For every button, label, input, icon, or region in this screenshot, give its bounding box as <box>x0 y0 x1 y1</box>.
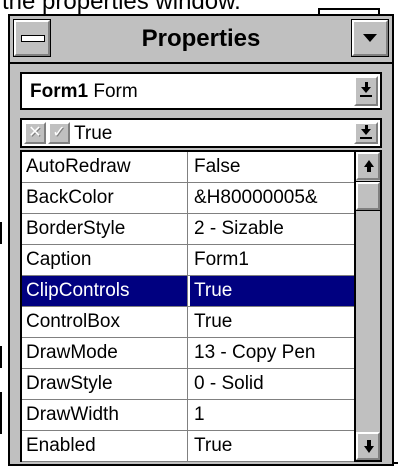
checkmark-icon: ✓ <box>52 124 66 141</box>
settings-dropdown-button[interactable] <box>354 122 378 144</box>
property-name: ClipControls <box>22 276 188 306</box>
property-name: Caption <box>22 245 188 275</box>
property-value[interactable]: True <box>190 276 354 306</box>
title-bar[interactable]: Properties <box>10 16 392 64</box>
property-row-selected[interactable]: ClipControls True <box>22 276 354 307</box>
minimize-button[interactable] <box>351 19 389 57</box>
scrollbar-track[interactable] <box>356 180 380 432</box>
property-name: DrawStyle <box>22 369 188 399</box>
property-name: Enabled <box>22 431 188 461</box>
property-row[interactable]: DrawMode 13 - Copy Pen <box>22 338 354 369</box>
object-type: Form <box>93 81 138 102</box>
settings-value-input[interactable]: True <box>74 123 112 145</box>
property-value[interactable]: True <box>190 307 354 337</box>
scrollbar-thumb[interactable] <box>355 181 381 211</box>
property-value[interactable]: True <box>190 431 354 461</box>
settings-edit-bar: ✕ ✓ True <box>20 118 382 148</box>
window-title: Properties <box>141 25 261 52</box>
property-value[interactable]: 1 <box>190 400 354 430</box>
vertical-scrollbar[interactable] <box>354 150 382 462</box>
scroll-down-button[interactable] <box>356 432 380 460</box>
property-name: BorderStyle <box>22 214 188 244</box>
cancel-x-icon: ✕ <box>28 124 42 141</box>
property-value[interactable]: Form1 <box>190 245 354 275</box>
dropdown-arrow-icon <box>361 87 371 93</box>
property-name: ControlBox <box>22 307 188 337</box>
property-row[interactable]: AutoRedraw False <box>22 152 354 183</box>
property-row[interactable]: BorderStyle 2 - Sizable <box>22 214 354 245</box>
down-arrow-icon <box>364 446 374 453</box>
scroll-up-button[interactable] <box>356 152 380 180</box>
object-selector-combo[interactable]: Form1 Form <box>20 72 382 110</box>
dropdown-arrow-icon <box>361 129 371 135</box>
object-dropdown-button[interactable] <box>354 76 378 106</box>
property-row[interactable]: DrawWidth 1 <box>22 400 354 431</box>
down-arrow-icon <box>363 34 377 42</box>
properties-window: Properties Form1 Form ✕ ✓ True AutoRedra… <box>8 14 394 466</box>
property-value[interactable]: 13 - Copy Pen <box>190 338 354 368</box>
document-edge-line <box>0 346 2 368</box>
property-row[interactable]: Enabled True <box>22 431 354 462</box>
property-row[interactable]: DrawStyle 0 - Solid <box>22 369 354 400</box>
accept-edit-button[interactable]: ✓ <box>48 122 70 144</box>
property-row[interactable]: BackColor &H80000005& <box>22 183 354 214</box>
properties-grid: AutoRedraw False BackColor &H80000005& B… <box>20 150 354 462</box>
document-edge-line <box>0 392 2 434</box>
document-edge-line <box>0 222 2 244</box>
cancel-edit-button[interactable]: ✕ <box>24 122 46 144</box>
system-menu-icon[interactable] <box>13 19 51 57</box>
up-arrow-icon <box>364 160 374 167</box>
property-name: BackColor <box>22 183 188 213</box>
property-value[interactable]: &H80000005& <box>190 183 354 213</box>
property-value[interactable]: 0 - Solid <box>190 369 354 399</box>
property-name: AutoRedraw <box>22 152 188 182</box>
property-row[interactable]: Caption Form1 <box>22 245 354 276</box>
object-name: Form1 <box>30 81 89 102</box>
property-value[interactable]: False <box>190 152 354 182</box>
property-value[interactable]: 2 - Sizable <box>190 214 354 244</box>
property-name: DrawMode <box>22 338 188 368</box>
object-selector-text: Form1 Form <box>30 80 138 104</box>
property-name: DrawWidth <box>22 400 188 430</box>
property-row[interactable]: ControlBox True <box>22 307 354 338</box>
